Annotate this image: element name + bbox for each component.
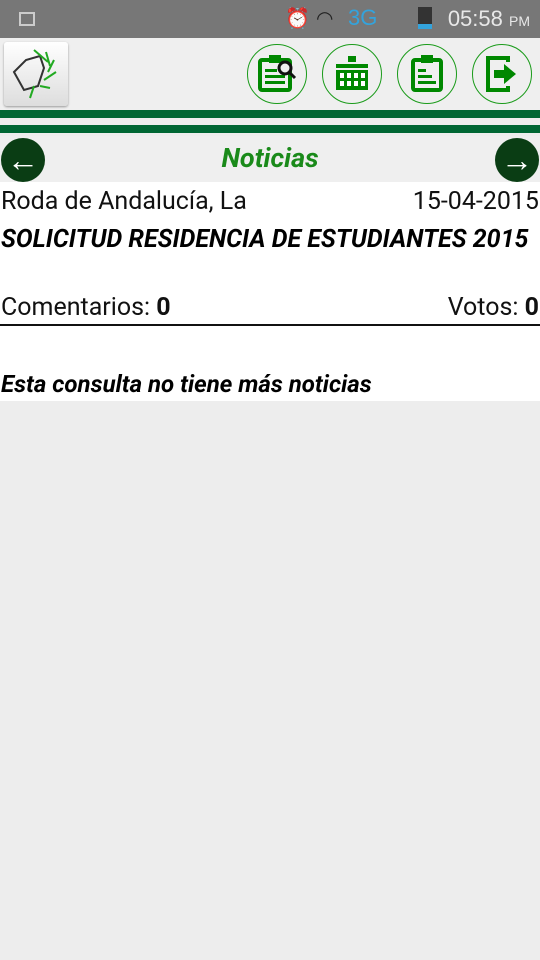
news-item-meta: Roda de Andalucía, La 15-04-2015 [0,187,540,216]
news-list-button[interactable] [397,44,457,104]
news-location: Roda de Andalucía, La [1,187,247,216]
logout-button[interactable] [472,44,532,104]
wifi-icon: ◠ [316,6,334,30]
calendar-button[interactable] [322,44,382,104]
next-arrow-button[interactable]: → [495,138,539,182]
search-news-button[interactable] [247,44,307,104]
clock: 05:58 PM [447,6,530,31]
app-header [0,38,540,110]
logout-icon [486,56,516,92]
section-nav: ← Noticias → [0,136,540,182]
clipboard-search-icon [258,55,297,92]
news-date: 15-04-2015 [412,187,539,216]
clipboard-icon [411,55,443,92]
network-type: 3G [348,5,378,30]
status-bar: ⏰ ◠ 3G 05:58 PM [0,0,540,38]
calendar-grid-icon [336,56,368,90]
item-divider [0,324,540,326]
no-more-news-message: Esta consulta no tiene más noticias [1,370,372,398]
app-logo[interactable] [4,42,68,106]
news-list: Roda de Andalucía, La 15-04-2015 SOLICIT… [0,182,540,401]
news-item-stats: Comentarios: 0 Votos: 0 [0,293,540,322]
comments-label: Comentarios: [1,293,151,322]
alarm-icon: ⏰ [285,6,310,30]
image-notification-icon [19,12,35,26]
votes-count: 0 [524,293,539,322]
battery-icon [418,7,432,29]
divider-bar [0,125,540,133]
comments-count: 0 [156,293,171,322]
votes-label: Votos: [447,293,519,322]
section-title: Noticias [221,142,319,174]
news-headline[interactable]: SOLICITUD RESIDENCIA DE ESTUDIANTES 2015 [1,224,531,255]
divider-bar [0,110,540,118]
